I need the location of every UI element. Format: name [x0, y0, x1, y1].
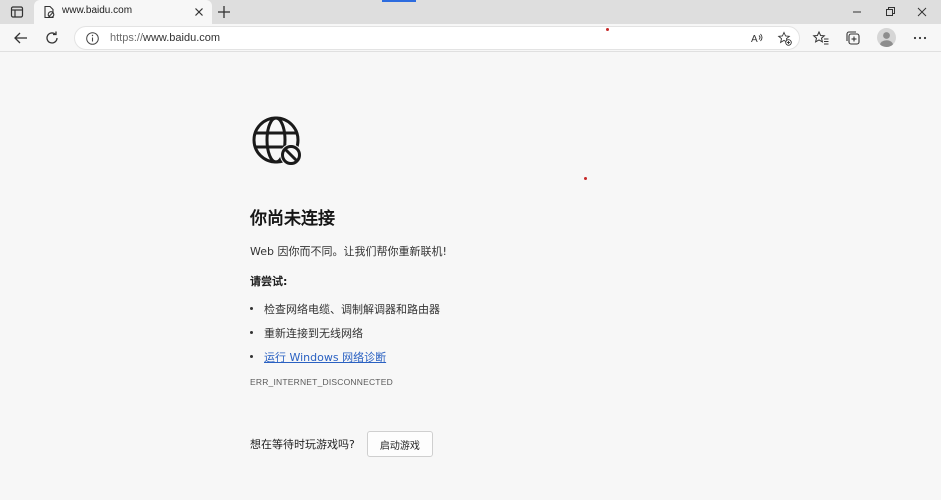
star-add-icon[interactable]: [777, 31, 792, 46]
tab-strip: www.baidu.com: [0, 0, 941, 24]
tab-actions-icon[interactable]: [6, 3, 28, 21]
page-favicon-icon: [44, 5, 55, 19]
collections-icon[interactable]: [844, 29, 862, 47]
red-speck: [606, 28, 609, 31]
browser-window: www.baidu.com https://www.baidu.com A 你尚…: [0, 0, 941, 500]
tab-active[interactable]: www.baidu.com: [34, 0, 212, 24]
tab-accent-line: [382, 0, 416, 2]
error-description: Web 因你而不同。让我们帮你重新联机!: [250, 245, 447, 258]
tip-check-cables: 检查网络电缆、调制解调器和路由器: [250, 301, 710, 325]
error-code: ERR_INTERNET_DISCONNECTED: [250, 377, 393, 387]
game-row: 想在等待时玩游戏吗? 启动游戏: [250, 431, 710, 457]
refresh-icon[interactable]: [43, 29, 61, 47]
plus-icon[interactable]: [215, 3, 233, 21]
read-aloud-icon[interactable]: A: [750, 31, 765, 46]
try-label: 请尝试:: [250, 275, 288, 288]
svg-text:A: A: [751, 34, 758, 45]
window-close-icon[interactable]: [914, 4, 930, 20]
profile-icon[interactable]: [877, 28, 896, 47]
navigation-toolbar: https://www.baidu.com A: [0, 24, 941, 52]
back-arrow-icon[interactable]: [12, 29, 30, 47]
close-icon[interactable]: [192, 5, 206, 19]
restore-icon[interactable]: [882, 4, 898, 20]
start-game-button[interactable]: 启动游戏: [366, 431, 433, 457]
url-scheme: https://: [110, 32, 144, 44]
more-icon[interactable]: [911, 29, 929, 47]
game-question: 想在等待时玩游戏吗?: [250, 438, 355, 451]
globe-blocked-icon: [252, 116, 302, 166]
error-panel: 你尚未连接 Web 因你而不同。让我们帮你重新联机! 请尝试: 检查网络电缆、调…: [250, 114, 710, 457]
tips-list: 检查网络电缆、调制解调器和路由器 重新连接到无线网络 运行 Windows 网络…: [250, 301, 710, 373]
url-host: www.baidu.com: [143, 32, 221, 44]
favorites-icon[interactable]: [812, 29, 830, 47]
address-bar[interactable]: https://www.baidu.com A: [74, 26, 800, 50]
minimize-icon[interactable]: [849, 4, 865, 20]
network-diagnostics-link[interactable]: 运行 Windows 网络诊断: [264, 351, 386, 364]
tab-title: www.baidu.com: [62, 5, 133, 16]
error-heading: 你尚未连接: [250, 209, 335, 229]
info-icon[interactable]: [85, 31, 100, 46]
address-url[interactable]: https://www.baidu.com: [110, 32, 220, 44]
tip-reconnect-wifi: 重新连接到无线网络: [250, 325, 710, 349]
tip-run-diagnostics: 运行 Windows 网络诊断: [250, 349, 710, 373]
